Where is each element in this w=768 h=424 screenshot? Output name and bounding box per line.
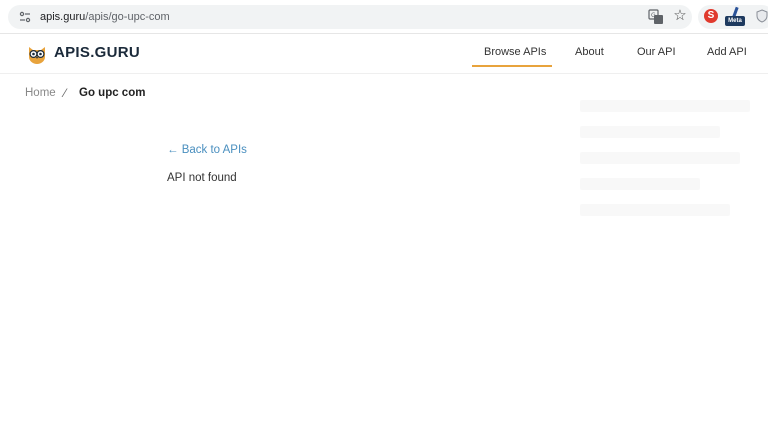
site-header: APIS.GURU Browse APIs About Our API Add … — [0, 34, 768, 74]
owl-logo-icon[interactable] — [26, 43, 48, 65]
meta-badge: Meta — [725, 16, 745, 26]
background-watermark — [580, 100, 768, 260]
breadcrumb-home-link[interactable]: Home — [25, 87, 56, 99]
extensions-group: S Meta — [698, 5, 768, 29]
nav-add-api[interactable]: Add API — [707, 46, 747, 58]
extension-s-icon[interactable]: S — [704, 9, 718, 23]
browser-toolbar: apis.guru/apis/go-upc-com G ☆ S Meta — [0, 0, 768, 34]
url-host: apis.guru — [40, 11, 86, 23]
svg-text:G: G — [651, 12, 656, 19]
not-found-message: API not found — [167, 172, 237, 184]
nav-browse-apis[interactable]: Browse APIs — [484, 46, 546, 58]
address-bar[interactable]: apis.guru/apis/go-upc-com G ☆ — [8, 5, 692, 29]
shield-extension-icon[interactable] — [756, 9, 768, 23]
bookmark-star-icon[interactable]: ☆ — [671, 7, 689, 25]
nav-our-api[interactable]: Our API — [637, 46, 676, 58]
translate-icon[interactable]: G — [648, 9, 664, 25]
url-path: /apis/go-upc-com — [85, 11, 170, 23]
site-info-icon[interactable] — [18, 10, 32, 24]
url-text[interactable]: apis.guru/apis/go-upc-com — [40, 10, 170, 24]
site-logo-text[interactable]: APIS.GURU — [54, 44, 140, 61]
active-nav-underline — [472, 65, 552, 67]
extension-meta-icon[interactable]: Meta — [725, 6, 747, 27]
nav-about[interactable]: About — [575, 46, 604, 58]
breadcrumb-current: Go upc com — [79, 87, 146, 99]
back-to-apis-link[interactable]: ← Back to APIs — [167, 144, 247, 156]
breadcrumb-separator: ⁄ — [64, 86, 67, 100]
